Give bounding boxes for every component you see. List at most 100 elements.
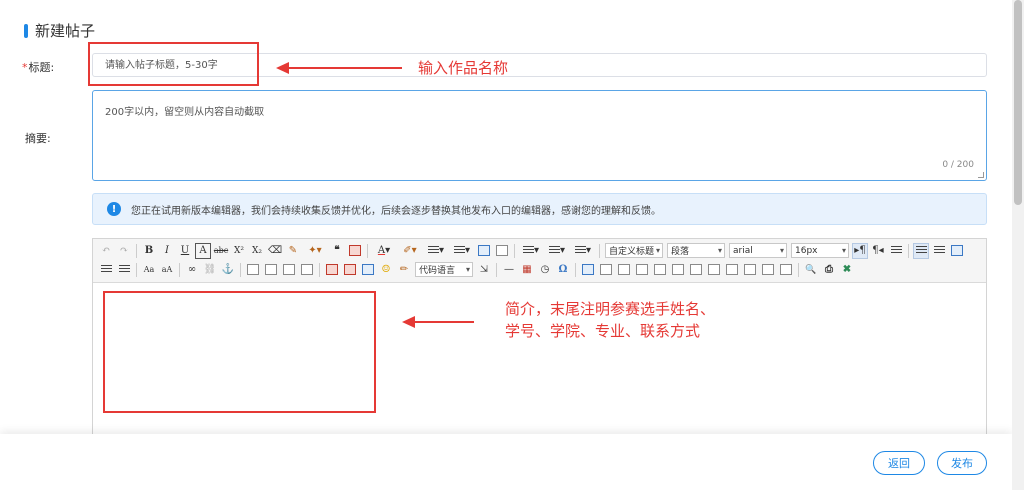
back-button[interactable]: 返回 [873,451,925,475]
delete-col-icon[interactable] [670,262,686,278]
eraser-icon[interactable]: ⌫ [267,243,283,259]
emotion-icon[interactable]: ☺ [378,262,394,278]
insert-image-icon[interactable] [324,262,340,278]
print-icon[interactable]: ⎙ [821,262,837,278]
split-cells-icon[interactable] [742,262,758,278]
underline-button[interactable]: U [177,243,193,259]
align-left-button[interactable] [913,242,929,259]
new-post-page: 新建帖子 *标题: 摘要: 0 / 200 ! 您正在试用新版本编辑器，我们会持… [0,0,1024,490]
subscript-button[interactable]: X₂ [249,243,265,259]
date-icon[interactable]: ▦ [519,262,535,278]
title-label-group: *标题: [22,59,54,75]
undo-button[interactable]: ↶ [98,243,114,259]
preview-button[interactable] [949,243,965,259]
anchor-icon[interactable]: ⚓ [220,262,236,278]
merge-right-icon[interactable] [706,262,722,278]
lowercase-icon[interactable]: aA [159,262,175,278]
insert-row-icon[interactable] [616,262,632,278]
insert-video-icon[interactable] [360,262,376,278]
align-right-button[interactable] [98,262,114,278]
bold-button[interactable]: B [141,243,157,259]
page-break-icon[interactable]: ⇲ [476,262,492,278]
row-spacing-top-dropdown[interactable]: ▾ [519,243,543,259]
background-color-dropdown[interactable]: ✐▾ [398,243,422,259]
code-language-select[interactable]: 代码语言 [415,262,473,277]
strikethrough-button[interactable]: abc [213,243,229,259]
uppercase-icon[interactable]: Aa [141,262,157,278]
line-height-icon [574,246,586,255]
insert-video-icon-shape [362,264,374,275]
indent-button[interactable] [888,243,904,259]
image-center-icon[interactable] [299,262,315,278]
summary-label: 摘要: [25,132,51,145]
unlink-icon[interactable]: ⛓ [202,262,218,278]
line-height-dropdown[interactable]: ▾ [571,243,595,259]
align-justify-icon [118,265,130,274]
insert-col-icon[interactable] [652,262,668,278]
row-spacing-bottom-dropdown[interactable]: ▾ [545,243,569,259]
summary-char-counter: 0 / 200 [942,160,974,170]
annotation-text-title: 输入作品名称 [418,59,509,77]
split-rows-icon[interactable] [760,262,776,278]
blockquote-icon[interactable]: ❝ [329,243,345,259]
unordered-list-dropdown[interactable]: ▾ [450,243,474,259]
align-justify-button[interactable] [116,262,132,278]
select-all-icon[interactable] [476,243,492,259]
delete-row-icon[interactable] [634,262,650,278]
search-replace-icon[interactable]: 🔍 [803,262,819,278]
font-color-dropdown[interactable]: A ▾ [372,243,396,259]
image-right-icon[interactable] [281,262,297,278]
direction-rtl-button[interactable]: ¶◂ [870,243,886,259]
annotation-text-content: 简介，末尾注明参赛选手姓名、 学号、学院、专业、联系方式 [505,298,715,342]
toolbar-row-1: ↶ ↷ B I U A abc X² X₂ ⌫ ✎ ✦▾ ❝ A ▾ ✐▾ ▾ ▾ [97,241,982,260]
fullscreen-icon[interactable]: ✖ [839,262,855,278]
redo-button[interactable]: ↷ [116,243,132,259]
auto-typeset-icon[interactable]: ✦▾ [303,243,327,259]
ordered-list-dropdown[interactable]: ▾ [424,243,448,259]
align-left-icon [915,246,927,255]
split-cols-icon[interactable] [778,262,794,278]
page-scrollbar[interactable] [1012,0,1024,490]
multi-image-icon[interactable] [342,262,358,278]
paste-plain-icon[interactable] [347,243,363,259]
insert-table-icon[interactable] [580,262,596,278]
resize-grip-icon[interactable] [978,172,984,178]
custom-title-select[interactable]: 自定义标题 [605,243,663,258]
summary-textarea[interactable] [93,91,986,180]
format-painter-icon[interactable]: ✎ [285,243,301,259]
italic-button[interactable]: I [159,243,175,259]
font-family-select[interactable]: arial [729,243,787,258]
image-none-icon-shape [247,264,259,275]
merge-cells-icon-shape [690,264,702,275]
toolbar-separator [179,262,180,277]
merge-cells-icon[interactable] [688,262,704,278]
image-center-icon-shape [301,264,313,275]
special-chars-icon[interactable]: Ω [555,262,571,278]
merge-down-icon[interactable] [724,262,740,278]
delete-row-icon-shape [636,264,648,275]
paragraph-select[interactable]: 段落 [667,243,725,258]
row-spacing-top-icon [522,246,534,255]
align-center-button[interactable] [931,243,947,259]
publish-button[interactable]: 发布 [937,451,987,475]
time-icon[interactable]: ◷ [537,262,553,278]
scrawl-icon[interactable]: ✏ [396,262,412,278]
horizontal-rule-icon[interactable]: — [501,262,517,278]
scrollbar-thumb[interactable] [1014,0,1022,205]
direction-ltr-button[interactable]: ▸¶ [852,242,868,259]
font-border-button[interactable]: A [195,242,211,259]
image-left-icon[interactable] [263,262,279,278]
annotation-arrow-title [276,62,402,74]
clear-doc-icon[interactable] [494,243,510,259]
insert-row-icon-shape [618,264,630,275]
toolbar-separator [496,262,497,277]
delete-table-icon[interactable] [598,262,614,278]
superscript-button[interactable]: X² [231,243,247,259]
link-icon[interactable]: ∞ [184,262,200,278]
info-icon: ! [107,202,121,216]
font-size-select[interactable]: 16px [791,243,849,258]
toolbar-row-2: Aa aA ∞ ⛓ ⚓ ☺ ✏ 代码语言 ⇲ — [97,260,982,279]
footer-bar: 返回 发布 [0,434,1012,490]
image-none-icon[interactable] [245,262,261,278]
merge-right-icon-shape [708,264,720,275]
